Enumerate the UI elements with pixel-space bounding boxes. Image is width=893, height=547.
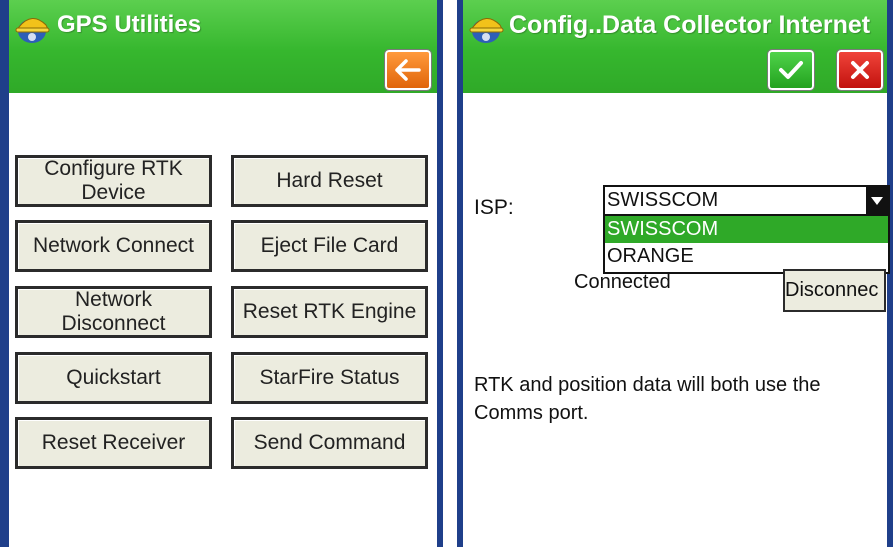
title-bar: Config..Data Collector Internet xyxy=(463,0,887,93)
checkmark-icon xyxy=(777,58,805,82)
isp-option-swisscom[interactable]: SWISSCOM xyxy=(605,216,888,243)
send-command-button[interactable]: Send Command xyxy=(231,417,428,469)
helmet-satellite-icon xyxy=(12,9,54,45)
reset-rtk-engine-button[interactable]: Reset RTK Engine xyxy=(231,286,428,338)
network-disconnect-button[interactable]: Network Disconnect xyxy=(15,286,212,338)
quickstart-button[interactable]: Quickstart xyxy=(15,352,212,404)
isp-label: ISP: xyxy=(474,196,514,219)
isp-selected-value: SWISSCOM xyxy=(607,189,719,211)
disconnect-button[interactable]: Disconnec xyxy=(783,269,886,312)
title-bar: GPS Utilities xyxy=(9,0,437,93)
triangle-down-icon[interactable] xyxy=(866,187,888,214)
cancel-button[interactable] xyxy=(836,49,884,91)
reset-receiver-button[interactable]: Reset Receiver xyxy=(15,417,212,469)
page-title: GPS Utilities xyxy=(57,11,202,38)
configure-rtk-device-button[interactable]: Configure RTK Device xyxy=(15,155,212,207)
starfire-status-button[interactable]: StarFire Status xyxy=(231,352,428,404)
isp-option-orange[interactable]: ORANGE xyxy=(605,243,888,270)
connection-status: Connected xyxy=(574,271,671,293)
utilities-content: Configure RTK Device Hard Reset Network … xyxy=(9,93,437,547)
isp-select[interactable]: SWISSCOM xyxy=(603,185,890,216)
info-text: RTK and position data will both use the … xyxy=(474,374,821,424)
config-internet-screen: Config..Data Collector Internet ISP: SWI… xyxy=(457,0,893,547)
panel-gap xyxy=(443,0,457,547)
close-x-icon xyxy=(848,58,872,82)
network-connect-button[interactable]: Network Connect xyxy=(15,220,212,272)
isp-dropdown-list: SWISSCOM ORANGE xyxy=(603,216,890,274)
ok-button[interactable] xyxy=(767,49,815,91)
gps-utilities-screen: GPS Utilities Configure RTK Device Hard … xyxy=(0,0,443,547)
eject-file-card-button[interactable]: Eject File Card xyxy=(231,220,428,272)
back-button[interactable] xyxy=(384,49,432,91)
config-content: ISP: SWISSCOM SWISSCOM ORANGE Connected … xyxy=(463,93,890,547)
arrow-left-icon xyxy=(394,58,422,82)
hard-reset-button[interactable]: Hard Reset xyxy=(231,155,428,207)
page-title: Config..Data Collector Internet xyxy=(509,11,871,39)
helmet-satellite-icon xyxy=(466,9,508,45)
